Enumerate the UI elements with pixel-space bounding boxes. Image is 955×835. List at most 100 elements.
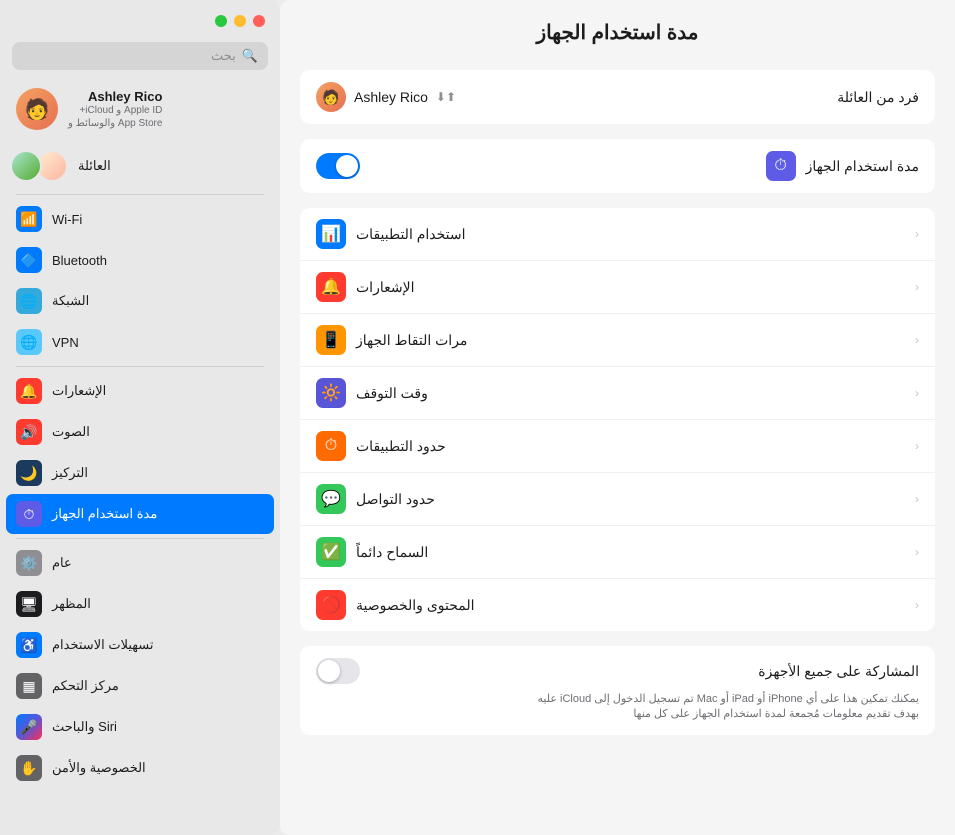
- sidebar-item-notifications[interactable]: الإشعارات 🔔: [6, 371, 274, 411]
- sidebar-family-label: العائلة: [78, 158, 111, 174]
- settings-item-right: مرات التقاط الجهاز 📱: [316, 325, 467, 355]
- notifications-icon: 🔔: [316, 272, 346, 302]
- settings-item-right: استخدام التطبيقات 📊: [316, 219, 466, 249]
- sidebar-item-sound[interactable]: الصوت 🔊: [6, 412, 274, 452]
- sidebar-item-bluetooth[interactable]: Bluetooth 🔷: [6, 240, 274, 280]
- sidebar-item-siri[interactable]: Siri والباحث 🎤: [6, 707, 274, 747]
- page-title: مدة استخدام الجهاز: [310, 20, 925, 45]
- sidebar-profile[interactable]: Ashley Rico Apple ID و iCloud+ App Store…: [6, 80, 274, 138]
- downtime-icon: 🔆: [316, 378, 346, 408]
- family-user[interactable]: ⬆⬇ Ashley Rico 🧑: [316, 82, 456, 112]
- communication-icon: 💬: [316, 484, 346, 514]
- sidebar-list: Ashley Rico Apple ID و iCloud+ App Store…: [0, 80, 280, 835]
- chevron-left-icon: ‹: [915, 227, 919, 241]
- sidebar-item-label: الشبكة: [52, 293, 89, 309]
- chevron-left-icon: ‹: [915, 333, 919, 347]
- app-usage-label: استخدام التطبيقات: [356, 226, 466, 243]
- accessibility-icon: ♿: [16, 632, 42, 658]
- chevron-left-icon: ‹: [915, 492, 919, 506]
- sidebar-item-label: Siri والباحث: [52, 719, 117, 735]
- chevron-left-icon: ‹: [915, 598, 919, 612]
- sidebar-item-label: الإشعارات: [52, 383, 106, 399]
- control-icon: ▦: [16, 673, 42, 699]
- sidebar-item-label: تسهيلات الاستخدام: [52, 637, 153, 653]
- sidebar-item-label: التركيز: [52, 465, 88, 481]
- sidebar-item-control[interactable]: مركز التحكم ▦: [6, 666, 274, 706]
- sidebar-item-label: مركز التحكم: [52, 678, 119, 694]
- sidebar-item-privacy[interactable]: الخصوصية والأمن ✋: [6, 748, 274, 788]
- sidebar: 🔍 بحث Ashley Rico Apple ID و iCloud+ App…: [0, 0, 280, 835]
- communication-item[interactable]: ‹ حدود التواصل 💬: [300, 473, 935, 526]
- close-button[interactable]: [253, 15, 265, 27]
- sidebar-family-item[interactable]: العائلة: [6, 142, 274, 190]
- pickups-item[interactable]: ‹ مرات التقاط الجهاز 📱: [300, 314, 935, 367]
- screen-time-text: مدة استخدام الجهاز: [806, 158, 919, 175]
- screen-time-icon: ⏱: [766, 151, 796, 181]
- minimize-button[interactable]: [234, 15, 246, 27]
- app-usage-item[interactable]: ‹ استخدام التطبيقات 📊: [300, 208, 935, 261]
- sound-icon: 🔊: [16, 419, 42, 445]
- sidebar-item-general[interactable]: عام ⚙️: [6, 543, 274, 583]
- settings-item-right: الإشعارات 🔔: [316, 272, 414, 302]
- sidebar-item-label: الخصوصية والأمن: [52, 760, 146, 776]
- share-description: يمكنك تمكين هذا على أي iPhone أو iPad أو…: [316, 692, 919, 723]
- sidebar-profile-sub: Apple ID و iCloud+ App Store والوسائط و: [68, 104, 162, 130]
- siri-icon: 🎤: [16, 714, 42, 740]
- app-limits-label: حدود التطبيقات: [356, 438, 446, 455]
- traffic-lights: [0, 0, 280, 37]
- always-allowed-label: السماح دائماً: [356, 544, 428, 561]
- separator: [16, 194, 264, 195]
- sidebar-item-network[interactable]: الشبكة 🌐: [6, 281, 274, 321]
- focus-icon: 🌙: [16, 460, 42, 486]
- settings-item-right: حدود التواصل 💬: [316, 484, 435, 514]
- sidebar-item-accessibility[interactable]: تسهيلات الاستخدام ♿: [6, 625, 274, 665]
- family-member-label: فرد من العائلة: [837, 89, 919, 106]
- sidebar-item-focus[interactable]: التركيز 🌙: [6, 453, 274, 493]
- app-limits-item[interactable]: ‹ حدود التطبيقات ⏱: [300, 420, 935, 473]
- sidebar-item-label: المظهر: [52, 596, 91, 612]
- chevron-left-icon: ‹: [915, 545, 919, 559]
- sidebar-item-label: عام: [52, 555, 72, 571]
- maximize-button[interactable]: [215, 15, 227, 27]
- app-limits-icon: ⏱: [316, 431, 346, 461]
- downtime-item[interactable]: ‹ وقت التوقف 🔆: [300, 367, 935, 420]
- settings-item-right: السماح دائماً ✅: [316, 537, 428, 567]
- wifi-icon: 📶: [16, 206, 42, 232]
- family-user-name: Ashley Rico: [354, 89, 428, 105]
- notifications-icon: 🔔: [16, 378, 42, 404]
- downtime-label: وقت التوقف: [356, 385, 428, 402]
- share-section: المشاركة على جميع الأجهزة يمكنك تمكين هذ…: [300, 646, 935, 735]
- sidebar-item-display[interactable]: المظهر 🖥: [6, 584, 274, 624]
- chevron-left-icon: ‹: [915, 280, 919, 294]
- sidebar-item-label: VPN: [52, 335, 79, 350]
- pickups-label: مرات التقاط الجهاز: [356, 332, 467, 349]
- general-icon: ⚙️: [16, 550, 42, 576]
- settings-item-right: وقت التوقف 🔆: [316, 378, 428, 408]
- chevron-left-icon: ‹: [915, 439, 919, 453]
- content-privacy-item[interactable]: ‹ المحتوى والخصوصية 🚫: [300, 579, 935, 631]
- separator: [16, 538, 264, 539]
- search-bar[interactable]: 🔍 بحث: [12, 42, 268, 70]
- sidebar-item-label: Bluetooth: [52, 253, 107, 268]
- always-allowed-item[interactable]: ‹ السماح دائماً ✅: [300, 526, 935, 579]
- sidebar-profile-name: Ashley Rico: [68, 89, 162, 104]
- privacy-icon: ✋: [16, 755, 42, 781]
- communication-label: حدود التواصل: [356, 491, 435, 508]
- notifications-item[interactable]: ‹ الإشعارات 🔔: [300, 261, 935, 314]
- family-avatar-2: [10, 150, 42, 182]
- screen-time-toggle[interactable]: [316, 153, 360, 179]
- settings-item-right: حدود التطبيقات ⏱: [316, 431, 446, 461]
- screen-time-toggle-row: مدة استخدام الجهاز ⏱: [300, 139, 935, 193]
- content-privacy-icon: 🚫: [316, 590, 346, 620]
- chevron-updown-icon: ⬆⬇: [436, 90, 456, 104]
- share-toggle[interactable]: [316, 658, 360, 684]
- bluetooth-icon: 🔷: [16, 247, 42, 273]
- sidebar-item-wifi[interactable]: Wi-Fi 📶: [6, 199, 274, 239]
- sidebar-item-screentime[interactable]: مدة استخدام الجهاز ⏱: [6, 494, 274, 534]
- sidebar-item-label: مدة استخدام الجهاز: [52, 506, 157, 522]
- sidebar-item-label: Wi-Fi: [52, 212, 82, 227]
- main-body: فرد من العائلة ⬆⬇ Ashley Rico 🧑 مدة استخ…: [280, 60, 955, 835]
- display-icon: 🖥: [16, 591, 42, 617]
- sidebar-item-vpn[interactable]: VPN 🌐: [6, 322, 274, 362]
- app-usage-icon: 📊: [316, 219, 346, 249]
